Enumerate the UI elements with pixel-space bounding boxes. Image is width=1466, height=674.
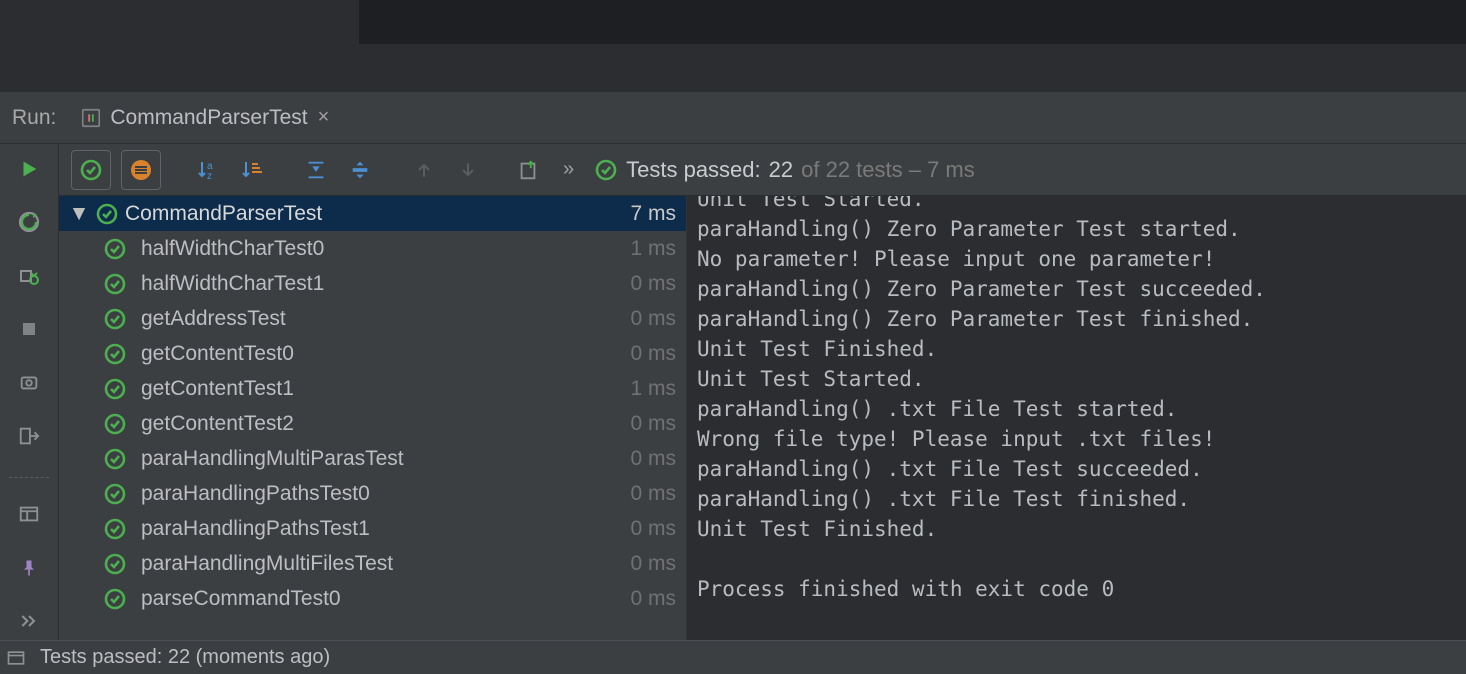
pass-icon	[103, 237, 127, 261]
pass-icon	[103, 552, 127, 576]
test-toolbar: az » Tests passed: 22 of 22 tests – 7 ms	[58, 144, 1466, 196]
test-node-time: 0 ms	[630, 447, 676, 471]
test-node-time: 0 ms	[630, 412, 676, 436]
dump-threads-button[interactable]	[10, 364, 48, 401]
run-config-tab[interactable]: CommandParserTest ×	[70, 92, 339, 143]
test-tree[interactable]: ▼ CommandParserTest 7 ms halfWidthCharTe…	[58, 196, 686, 640]
console-output[interactable]: Unit Test Started. paraHandling() Zero P…	[686, 196, 1466, 640]
pass-icon	[103, 482, 127, 506]
test-node[interactable]: halfWidthCharTest01 ms	[59, 231, 686, 266]
test-node-label: paraHandlingMultiFilesTest	[135, 552, 630, 576]
rerun-button[interactable]	[10, 150, 48, 187]
test-summary: Tests passed: 22 of 22 tests – 7 ms	[594, 157, 975, 183]
test-node-label: getContentTest1	[135, 377, 630, 401]
run-tab-strip: Run: CommandParserTest ×	[0, 92, 1466, 144]
rerun-failed-button[interactable]	[10, 257, 48, 294]
test-node-time: 0 ms	[630, 482, 676, 506]
test-node-label: parseCommandTest0	[135, 587, 630, 611]
pass-icon	[95, 202, 119, 226]
test-node[interactable]: paraHandlingPathsTest10 ms	[59, 511, 686, 546]
pass-icon	[594, 158, 618, 182]
test-node-time: 0 ms	[630, 552, 676, 576]
show-passed-toggle[interactable]	[71, 150, 111, 190]
test-node[interactable]: paraHandlingMultiFilesTest0 ms	[59, 546, 686, 581]
more-toolbar-button[interactable]: »	[563, 158, 574, 181]
summary-count: 22	[769, 157, 793, 183]
pass-icon	[103, 342, 127, 366]
status-text: Tests passed: 22 (moments ago)	[40, 646, 330, 669]
test-node[interactable]: parseCommandTest00 ms	[59, 581, 686, 616]
svg-text:z: z	[207, 171, 212, 182]
collapse-all-button[interactable]	[343, 153, 377, 187]
pass-icon	[103, 272, 127, 296]
summary-prefix: Tests passed:	[626, 157, 761, 183]
test-node[interactable]: paraHandlingMultiParasTest0 ms	[59, 441, 686, 476]
test-node[interactable]: getContentTest00 ms	[59, 336, 686, 371]
test-node-label: paraHandlingPathsTest0	[135, 482, 630, 506]
sort-alphabetically-button[interactable]: az	[191, 153, 225, 187]
editor-top-bar-active-region	[0, 0, 360, 44]
test-node[interactable]: paraHandlingPathsTest00 ms	[59, 476, 686, 511]
show-ignored-toggle[interactable]	[121, 150, 161, 190]
editor-blank-strip	[0, 45, 1466, 92]
pass-icon	[103, 412, 127, 436]
ignored-icon	[129, 158, 153, 182]
prev-failed-button[interactable]	[407, 153, 441, 187]
test-node[interactable]: getContentTest11 ms	[59, 371, 686, 406]
test-node-time: 0 ms	[630, 307, 676, 331]
run-label: Run:	[10, 106, 56, 130]
test-node-time: 0 ms	[630, 342, 676, 366]
next-failed-button[interactable]	[451, 153, 485, 187]
test-node-label: getContentTest2	[135, 412, 630, 436]
run-centre-column: az » Tests passed: 22 of 22 tests – 7 ms	[58, 144, 1466, 640]
pass-icon	[103, 587, 127, 611]
test-node-label: paraHandlingMultiParasTest	[135, 447, 630, 471]
test-node-time: 0 ms	[630, 517, 676, 541]
test-node-label: getContentTest0	[135, 342, 630, 366]
layout-button[interactable]	[10, 496, 48, 533]
test-root-label: CommandParserTest	[119, 202, 630, 226]
test-node-time: 0 ms	[630, 272, 676, 296]
summary-suffix: of 22 tests – 7 ms	[801, 157, 975, 183]
run-body: ▼ CommandParserTest 7 ms halfWidthCharTe…	[58, 196, 1466, 640]
pass-icon	[79, 158, 103, 182]
expand-all-button[interactable]	[299, 153, 333, 187]
test-root-node[interactable]: ▼ CommandParserTest 7 ms	[59, 196, 686, 231]
pass-icon	[103, 377, 127, 401]
test-node[interactable]: getAddressTest0 ms	[59, 301, 686, 336]
run-config-icon	[80, 107, 102, 129]
sort-by-duration-button[interactable]	[235, 153, 269, 187]
gutter-divider	[9, 477, 49, 478]
editor-top-bar	[0, 0, 1466, 45]
more-gutter-button[interactable]	[10, 603, 48, 640]
run-config-title: CommandParserTest	[110, 106, 307, 130]
pin-button[interactable]	[10, 549, 48, 586]
test-node-label: getAddressTest	[135, 307, 630, 331]
test-node[interactable]: getContentTest20 ms	[59, 406, 686, 441]
pass-icon	[103, 307, 127, 331]
test-node-label: halfWidthCharTest0	[135, 237, 630, 261]
status-layout-icon[interactable]	[6, 648, 26, 668]
export-results-button[interactable]	[511, 153, 545, 187]
run-panel-main: az » Tests passed: 22 of 22 tests – 7 ms	[0, 144, 1466, 640]
test-node-time: 1 ms	[630, 377, 676, 401]
test-root-time: 7 ms	[630, 202, 676, 226]
expand-icon[interactable]: ▼	[69, 202, 89, 226]
run-gutter	[0, 144, 58, 640]
toggle-auto-test-button[interactable]	[10, 203, 48, 240]
exit-button[interactable]	[10, 417, 48, 454]
test-node[interactable]: halfWidthCharTest10 ms	[59, 266, 686, 301]
test-node-time: 0 ms	[630, 587, 676, 611]
test-node-label: halfWidthCharTest1	[135, 272, 630, 296]
pass-icon	[103, 447, 127, 471]
stop-button[interactable]	[10, 310, 48, 347]
pass-icon	[103, 517, 127, 541]
close-tab-icon[interactable]: ×	[316, 106, 330, 129]
status-bar: Tests passed: 22 (moments ago)	[0, 640, 1466, 674]
test-node-label: paraHandlingPathsTest1	[135, 517, 630, 541]
test-node-time: 1 ms	[630, 237, 676, 261]
